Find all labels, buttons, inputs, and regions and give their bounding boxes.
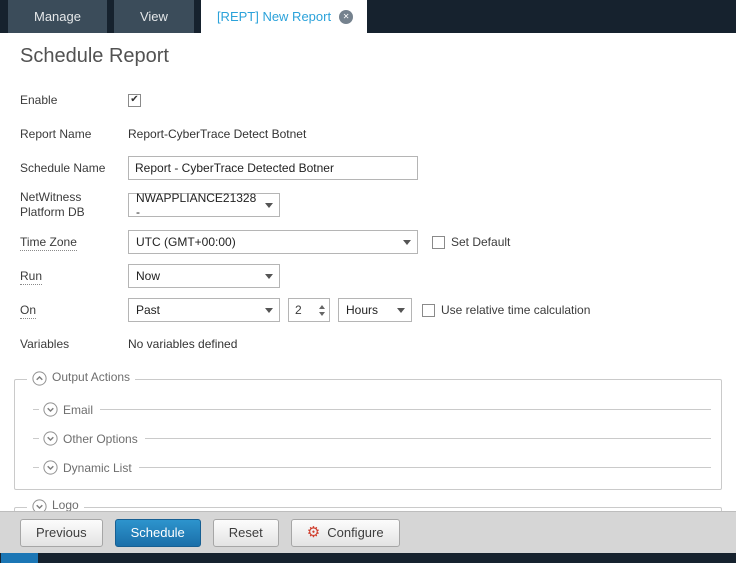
report-name-value: Report-CyberTrace Detect Botnet: [128, 127, 306, 141]
logo-toggle[interactable]: Logo: [27, 498, 84, 511]
email-toggle[interactable]: Email: [33, 402, 711, 417]
time-zone-row: Time Zone UTC (GMT+00:00) Set Default: [20, 230, 722, 254]
tab-view-label: View: [140, 9, 168, 24]
divider: [33, 409, 39, 410]
tab-manage[interactable]: Manage: [8, 0, 107, 33]
set-default-label: Set Default: [451, 235, 510, 249]
tab-bar: Manage View [REPT] New Report ✕: [0, 0, 736, 33]
reset-button[interactable]: Reset: [213, 519, 279, 547]
schedule-name-input[interactable]: [128, 156, 418, 180]
chevron-down-circle-icon: [43, 431, 58, 446]
schedule-name-row: Schedule Name: [20, 156, 722, 180]
tab-new-report-label: [REPT] New Report: [217, 9, 331, 24]
output-actions-section: Output Actions Email Other Options Dynam…: [14, 370, 722, 490]
platform-db-row: NetWitness Platform DB NWAPPLIANCE21328 …: [20, 190, 722, 220]
spinner-down-icon[interactable]: [319, 312, 325, 316]
schedule-report-window: Manage View [REPT] New Report ✕ Schedule…: [0, 0, 736, 563]
time-zone-select[interactable]: UTC (GMT+00:00): [128, 230, 418, 254]
chevron-down-icon: [265, 274, 273, 279]
on-count-input[interactable]: 2: [288, 298, 330, 322]
bottom-bar: [0, 553, 736, 563]
logo-section: Logo: [14, 498, 722, 511]
on-row: On Past 2 Hours Use relative: [20, 298, 722, 322]
enable-checkbox[interactable]: ✔: [128, 94, 141, 107]
logo-label: Logo: [52, 498, 79, 511]
report-name-label: Report Name: [20, 127, 128, 142]
divider: [33, 467, 39, 468]
configure-button[interactable]: ⚙ Configure: [291, 519, 400, 547]
configure-label: Configure: [327, 525, 383, 540]
spinner-up-icon[interactable]: [319, 305, 325, 309]
relative-time-label: Use relative time calculation: [441, 303, 590, 317]
other-options-toggle[interactable]: Other Options: [33, 431, 711, 446]
action-bar: Previous Schedule Reset ⚙ Configure: [0, 511, 736, 553]
output-actions-label: Output Actions: [52, 370, 130, 384]
divider: [33, 438, 39, 439]
report-name-row: Report Name Report-CyberTrace Detect Bot…: [20, 122, 722, 146]
divider: [139, 467, 711, 468]
on-unit-selected-value: Hours: [346, 303, 378, 317]
schedule-form: Enable ✔ Report Name Report-CyberTrace D…: [14, 88, 722, 356]
run-selected-value: Now: [136, 269, 160, 283]
chevron-down-circle-icon: [43, 460, 58, 475]
run-row: Run Now: [20, 264, 722, 288]
page-title: Schedule Report: [20, 45, 722, 68]
run-select[interactable]: Now: [128, 264, 280, 288]
number-spinner: [319, 305, 325, 316]
chevron-down-icon: [265, 308, 273, 313]
chevron-up-circle-icon: [32, 371, 47, 386]
enable-label: Enable: [20, 93, 128, 108]
time-zone-selected-value: UTC (GMT+00:00): [136, 235, 236, 249]
on-label: On: [20, 303, 128, 318]
divider: [145, 438, 711, 439]
chevron-down-circle-icon: [32, 499, 47, 511]
relative-time-checkbox[interactable]: [422, 304, 435, 317]
platform-db-label: NetWitness Platform DB: [20, 190, 128, 220]
set-default-checkbox[interactable]: [432, 236, 445, 249]
email-label: Email: [63, 403, 93, 417]
dynamic-list-toggle[interactable]: Dynamic List: [33, 460, 711, 475]
other-options-label: Other Options: [63, 432, 138, 446]
tab-manage-label: Manage: [34, 9, 81, 24]
close-icon[interactable]: ✕: [339, 10, 353, 24]
output-actions-toggle[interactable]: Output Actions: [27, 370, 135, 388]
platform-db-select[interactable]: NWAPPLIANCE21328 -: [128, 193, 280, 217]
variables-row: Variables No variables defined: [20, 332, 722, 356]
tab-new-report[interactable]: [REPT] New Report ✕: [201, 0, 367, 33]
schedule-name-label: Schedule Name: [20, 161, 128, 176]
run-label: Run: [20, 269, 128, 284]
platform-db-selected-value: NWAPPLIANCE21328 -: [136, 191, 257, 219]
previous-button[interactable]: Previous: [20, 519, 103, 547]
gear-icon: ⚙: [307, 525, 320, 540]
divider: [100, 409, 711, 410]
time-zone-label: Time Zone: [20, 235, 128, 250]
schedule-button[interactable]: Schedule: [115, 519, 201, 547]
enable-row: Enable ✔: [20, 88, 722, 112]
on-range-select[interactable]: Past: [128, 298, 280, 322]
schedule-report-panel: Schedule Report Enable ✔ Report Name Rep…: [0, 33, 736, 511]
chevron-down-icon: [265, 203, 273, 208]
variables-label: Variables: [20, 337, 128, 352]
check-icon: ✔: [130, 95, 138, 105]
chevron-down-icon: [403, 240, 411, 245]
chevron-down-circle-icon: [43, 402, 58, 417]
variables-value: No variables defined: [128, 337, 237, 351]
on-count-value: 2: [295, 303, 302, 317]
bottom-bar-accent: [1, 553, 38, 563]
chevron-down-icon: [397, 308, 405, 313]
tab-view[interactable]: View: [114, 0, 194, 33]
on-unit-select[interactable]: Hours: [338, 298, 412, 322]
dynamic-list-label: Dynamic List: [63, 461, 132, 475]
on-range-selected-value: Past: [136, 303, 160, 317]
